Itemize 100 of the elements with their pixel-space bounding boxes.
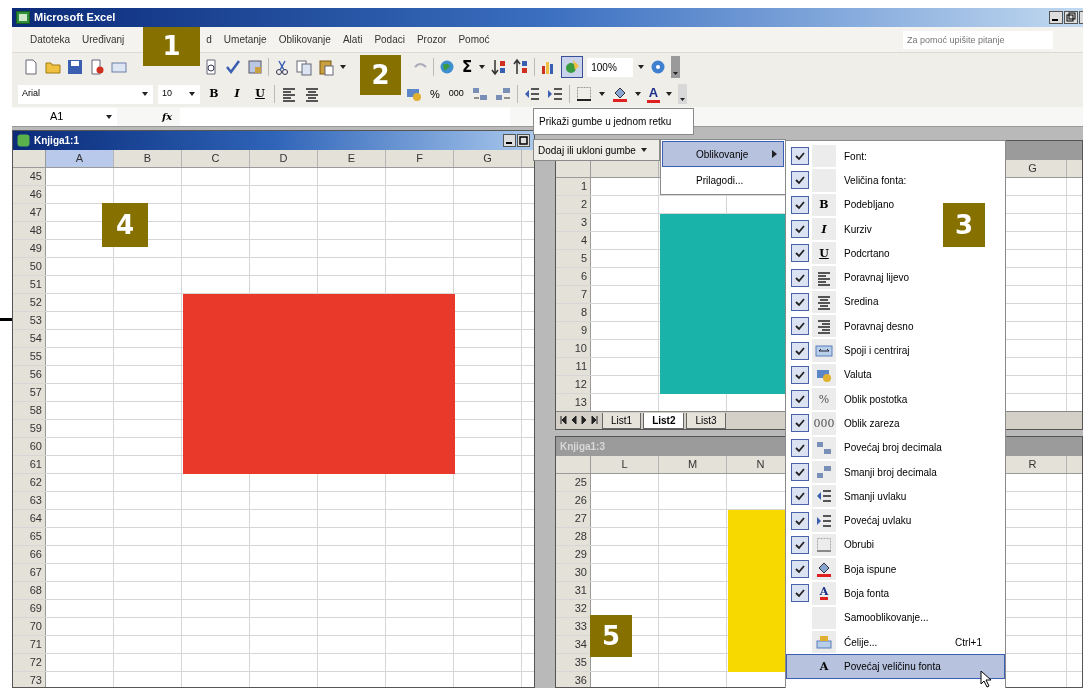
checkbox[interactable]	[790, 511, 809, 530]
row-header[interactable]: 34	[556, 636, 591, 653]
sheet-tab[interactable]: List2	[643, 413, 685, 429]
checkbox[interactable]	[790, 220, 809, 239]
sheet-tab[interactable]: List1	[602, 413, 642, 429]
row-header[interactable]: 36	[556, 672, 591, 687]
menu-item[interactable]: Oblikovanje	[272, 30, 337, 49]
checkbox[interactable]	[790, 341, 809, 360]
menu-item[interactable]: Spoji i centriraj	[786, 338, 1005, 363]
checkbox[interactable]	[790, 463, 809, 481]
row-header[interactable]: 58	[13, 402, 46, 419]
row-header[interactable]: 12	[556, 376, 591, 393]
row-header[interactable]: 62	[13, 474, 46, 491]
row-header[interactable]: 61	[13, 456, 46, 473]
italic-button[interactable]: I	[228, 85, 246, 103]
checkbox[interactable]	[790, 365, 809, 384]
row-header[interactable]: 28	[556, 528, 591, 545]
name-box[interactable]: A1	[12, 107, 117, 126]
row-header[interactable]: 49	[13, 240, 46, 257]
align-left-icon[interactable]	[280, 85, 298, 103]
menu-item[interactable]: Alati	[336, 30, 369, 49]
column-header[interactable]: A	[46, 150, 113, 167]
checkbox[interactable]	[790, 535, 809, 554]
row-header[interactable]: 46	[13, 186, 46, 203]
menu-item[interactable]: % Oblik postotka	[786, 386, 1005, 412]
row-header[interactable]: 45	[13, 168, 46, 185]
row-header[interactable]: 60	[13, 438, 46, 455]
row-header[interactable]: 71	[13, 636, 46, 653]
font-color-button[interactable]: A	[646, 85, 661, 103]
row-header[interactable]: 48	[13, 222, 46, 239]
row-header[interactable]: 9	[556, 322, 591, 339]
menu-item[interactable]: Povećaj uvlaku	[786, 508, 1005, 533]
font-name-field[interactable]: Arial	[18, 84, 153, 104]
checkbox[interactable]	[790, 171, 809, 190]
checkbox[interactable]	[790, 390, 809, 409]
menu-item[interactable]: A Povećaj veličinu fonta	[786, 654, 1005, 679]
row-header[interactable]: 10	[556, 340, 591, 357]
row-header[interactable]: 63	[13, 492, 46, 509]
increase-decimal-icon[interactable]	[470, 85, 489, 103]
menu-item[interactable]: Umetanje	[217, 30, 273, 49]
clipboard-icon[interactable]	[317, 58, 335, 76]
caret-icon[interactable]	[597, 91, 606, 97]
row-header[interactable]: 3	[556, 214, 591, 231]
indent-icon[interactable]	[545, 85, 564, 103]
checkbox[interactable]	[790, 292, 809, 311]
checkbox[interactable]	[790, 414, 809, 433]
row-header[interactable]: 66	[13, 546, 46, 563]
row-header[interactable]: 1	[556, 178, 591, 195]
sheet-navigation-icon[interactable]	[560, 415, 600, 425]
checkbox[interactable]	[790, 560, 809, 579]
toolbar-options-icon[interactable]	[678, 84, 688, 104]
row-header[interactable]: 64	[13, 510, 46, 527]
decrease-decimal-icon[interactable]	[493, 85, 512, 103]
scissors-icon[interactable]	[273, 58, 291, 76]
checkbox[interactable]	[790, 244, 809, 263]
row-header[interactable]: 73	[13, 672, 46, 687]
row-header[interactable]: 57	[13, 384, 46, 401]
caret-icon[interactable]	[637, 64, 646, 70]
fill-bucket-icon[interactable]	[610, 85, 629, 103]
menu-item[interactable]: Uređivanj	[76, 30, 131, 49]
menu-item[interactable]: Obrubi	[786, 532, 1005, 558]
zoom-field[interactable]: 100%	[587, 57, 634, 77]
row-header[interactable]: 59	[13, 420, 46, 437]
row-header[interactable]: 52	[13, 294, 46, 311]
function-label[interactable]: fx	[162, 109, 173, 124]
row-header[interactable]: 4	[556, 232, 591, 249]
align-right-icon[interactable]	[815, 317, 833, 336]
checkbox[interactable]	[790, 487, 809, 506]
menu-item[interactable]: Ćelije... Ctrl+1	[786, 629, 1005, 655]
checkbox[interactable]	[790, 268, 809, 287]
menu-item[interactable]: Prikaži gumbe u jednom retku	[533, 108, 694, 135]
drawing-tools-icon[interactable]	[561, 56, 584, 78]
bold-button[interactable]: B	[205, 85, 223, 103]
row-header[interactable]: 2	[556, 196, 591, 213]
row-header[interactable]: 50	[13, 258, 46, 275]
menu-item[interactable]: Samooblikovanje...	[786, 605, 1005, 630]
checkbox[interactable]	[790, 584, 809, 603]
row-header[interactable]: 5	[556, 250, 591, 267]
checkbox[interactable]	[790, 147, 809, 166]
row-header[interactable]: 67	[13, 564, 46, 581]
menu-item[interactable]: A Boja fonta	[786, 581, 1005, 606]
sheet-tab[interactable]: List3	[686, 413, 726, 429]
restore-icon[interactable]	[517, 134, 530, 147]
row-header[interactable]: 72	[13, 654, 46, 671]
underline-button[interactable]: U	[251, 85, 269, 103]
menu-item[interactable]: Poravnaj desno	[786, 314, 1005, 339]
row-header[interactable]: 54	[13, 330, 46, 347]
row-header[interactable]: 11	[556, 358, 591, 375]
menu-item[interactable]: Smanji uvlaku	[786, 484, 1005, 509]
row-header[interactable]: 27	[556, 510, 591, 527]
row-header[interactable]: 8	[556, 304, 591, 321]
row-header[interactable]: 30	[556, 564, 591, 581]
row-header[interactable]: 68	[13, 582, 46, 599]
caret-icon[interactable]	[339, 64, 347, 70]
caret-icon[interactable]	[633, 91, 642, 97]
menu-item[interactable]: Podaci	[368, 30, 411, 49]
copy-icon[interactable]	[295, 58, 313, 76]
checkbox[interactable]	[790, 195, 809, 214]
align-center-icon[interactable]	[303, 85, 321, 103]
comma-style-button[interactable]: 000	[446, 87, 466, 101]
